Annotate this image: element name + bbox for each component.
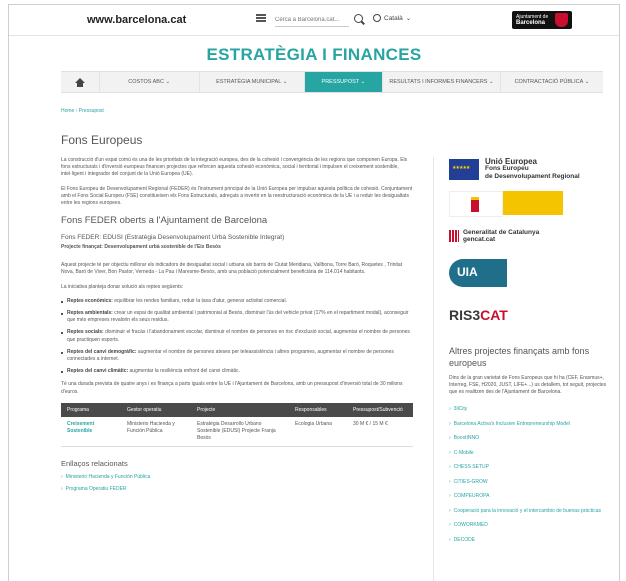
other-projects-desc: Dins de la gran varietat de Fons Europeu… bbox=[449, 375, 607, 395]
eu-line2: Fons Europeu bbox=[485, 165, 529, 173]
breadcrumb-pressupost[interactable]: Pressupost bbox=[79, 108, 104, 114]
chevron-right-icon: › bbox=[449, 420, 451, 427]
chevron-right-icon: › bbox=[449, 478, 451, 485]
search-input[interactable] bbox=[275, 14, 349, 27]
project-link[interactable]: › C-Mobile bbox=[449, 450, 607, 457]
browser-frame: www.barcelona.cat Català ⌄ Ajuntament de… bbox=[8, 4, 620, 581]
table-header-row: Programa Gestor operatiu Projecte Respon… bbox=[61, 402, 413, 417]
intro-paragraph-1: La construcció d'un espai comú és una de… bbox=[61, 157, 408, 178]
sidebar-divider bbox=[433, 157, 434, 581]
table-cell-responsables: Ecologia Urbana bbox=[289, 416, 347, 447]
spain-gov-logo bbox=[449, 191, 607, 217]
table-cell-pressupost: 30 M € / 15 M € bbox=[347, 416, 413, 447]
list-item: Reptes ambientals: crear un espai de qua… bbox=[61, 310, 413, 324]
table-header: Responsables bbox=[289, 402, 347, 417]
reptes-list: Reptes econòmics: equilibrar les rendes … bbox=[61, 298, 413, 376]
main-nav: COSTOS ABC ⌄ ESTRATÈGIA MUNICIPAL ⌄ PRES… bbox=[61, 71, 603, 93]
nav-estrategia-municipal[interactable]: ESTRATÈGIA MUNICIPAL ⌄ bbox=[200, 72, 305, 92]
uia-text: UIA bbox=[457, 265, 478, 279]
nav-resultats[interactable]: RESULTATS I INFORMES FINANCERS ⌄ bbox=[383, 72, 501, 92]
table-cell-programa[interactable]: Creixement Sostenible bbox=[61, 416, 121, 447]
nav-costos-abc[interactable]: COSTOS ABC ⌄ bbox=[100, 72, 200, 92]
feder-subheading: Fons FEDER: EDUSI (Estratègia Desenvolup… bbox=[61, 234, 285, 242]
list-item: Reptes del canvi climàtic: augmentar la … bbox=[61, 368, 413, 375]
spain-emblem-icon bbox=[449, 191, 503, 217]
breadcrumb-home[interactable]: Home bbox=[61, 108, 74, 114]
table-row: Creixement Sostenible Ministerio Haciend… bbox=[61, 416, 413, 447]
chevron-right-icon: › bbox=[449, 493, 451, 499]
eu-flag-icon bbox=[449, 158, 479, 180]
search-icon[interactable] bbox=[354, 14, 363, 23]
chevron-right-icon: › bbox=[449, 464, 451, 470]
chevron-right-icon: › bbox=[61, 473, 63, 480]
uia-logo: UIA bbox=[449, 259, 507, 287]
menu-icon[interactable] bbox=[256, 14, 266, 22]
gencat-line2: gencat.cat bbox=[463, 236, 496, 243]
table-header: Programa bbox=[61, 402, 121, 417]
table-cell-gestor: Ministerio Hacienda y Función Pública bbox=[121, 416, 191, 447]
shield-icon bbox=[555, 13, 568, 27]
related-link-ministerio[interactable]: › Ministerio Hacienda y Función Pública bbox=[61, 474, 413, 480]
eu-logo: Unió Europea Fons Europeu de Desenvolupa… bbox=[449, 157, 607, 181]
project-link[interactable]: › BoostINNO bbox=[449, 435, 607, 442]
gencat-logo: Generalitat de Catalunya gencat.cat bbox=[449, 229, 607, 243]
project-link[interactable]: › Barcelona Activa's Inclusive Entreprene… bbox=[449, 421, 607, 428]
ministry-banner bbox=[503, 191, 563, 215]
project-line: Projecte finançat: Desenvolupament urbà … bbox=[61, 244, 221, 251]
table-header: Projecte bbox=[191, 402, 289, 417]
project-link[interactable]: › Cooperació para la innovació y el inter… bbox=[449, 508, 607, 515]
reptes-intro: La iniciativa planteja donar solució als… bbox=[61, 283, 184, 290]
chevron-right-icon: › bbox=[449, 449, 451, 456]
chevron-right-icon: › bbox=[61, 485, 63, 492]
home-icon bbox=[74, 77, 85, 87]
feder-heading: Fons FEDER oberts a l'Ajuntament de Barc… bbox=[61, 215, 268, 227]
table-cell-projecte: Estratègia Desarrollo Urbano Sostenible … bbox=[191, 416, 289, 447]
list-item: Reptes socials: disminuir el fracàs i l'… bbox=[61, 329, 413, 343]
chevron-right-icon: › bbox=[449, 536, 451, 543]
other-projects-title: Altres projectes finançats amb fons euro… bbox=[449, 346, 590, 368]
project-link[interactable]: › 3liCity bbox=[449, 406, 607, 413]
section-title: ESTRATÈGIA I FINANCES bbox=[206, 45, 422, 64]
nav-contractacio[interactable]: CONTRACTACIÓ PÚBLICA ⌄ bbox=[501, 72, 603, 92]
language-label: Català bbox=[384, 14, 403, 22]
list-item: Reptes econòmics: equilibrar les rendes … bbox=[61, 298, 413, 305]
project-link[interactable]: › CITIES-GROW bbox=[449, 479, 607, 486]
chevron-right-icon: › bbox=[449, 507, 451, 514]
table-header: Gestor operatiu bbox=[121, 402, 191, 417]
breadcrumb: Home › Pressupost bbox=[61, 108, 104, 114]
sidebar: Unió Europea Fons Europeu de Desenvolupa… bbox=[449, 157, 607, 551]
site-url[interactable]: www.barcelona.cat bbox=[87, 14, 186, 26]
chevron-right-icon: › bbox=[449, 522, 451, 528]
list-item: Reptes del canvi demogràfic: augmentar e… bbox=[61, 349, 413, 363]
top-bar: www.barcelona.cat Català ⌄ Ajuntament de… bbox=[9, 5, 619, 36]
nav-home[interactable] bbox=[61, 72, 100, 92]
project-link[interactable]: › DECODE bbox=[449, 537, 607, 544]
logo-line2: Barcelona bbox=[516, 20, 546, 26]
related-link-feder[interactable]: › Programa Operatiu FEDER bbox=[61, 486, 413, 492]
related-links-title: Enllaços relacionats bbox=[61, 458, 128, 468]
intro-paragraph-2: El Fons Europeu de Desenvolupament Regio… bbox=[61, 185, 413, 207]
barcelona-logo[interactable]: Ajuntament de Barcelona bbox=[512, 11, 572, 29]
programs-table: Programa Gestor operatiu Projecte Respon… bbox=[61, 402, 413, 447]
gencat-stripes-icon bbox=[449, 230, 459, 242]
chevron-right-icon: › bbox=[449, 406, 451, 412]
budget-paragraph: Té una durada prevista de quatre anys i … bbox=[61, 381, 403, 395]
ris3cat-logo: RIS3CAT bbox=[449, 307, 508, 323]
page-title: Fons Europeus bbox=[61, 133, 143, 147]
table-header: Pressupost/Subvenció bbox=[347, 402, 413, 417]
eu-line3: de Desenvolupament Regional bbox=[485, 172, 580, 180]
eu-line1: Unió Europea bbox=[485, 156, 538, 166]
gencat-line1: Generalitat de Catalunya bbox=[463, 229, 540, 236]
project-link[interactable]: › COMPEUROPA bbox=[449, 493, 607, 500]
nav-pressupost[interactable]: PRESSUPOST ⌄ bbox=[304, 72, 384, 92]
project-description: Aquest projecte té per objectiu millorar… bbox=[61, 262, 403, 276]
globe-icon bbox=[373, 14, 381, 22]
project-link[interactable]: › CHESS SETUP bbox=[449, 464, 607, 471]
chevron-right-icon: › bbox=[449, 435, 451, 441]
language-selector[interactable]: Català ⌄ bbox=[373, 14, 411, 22]
main-content: La construcció d'un espai comú és una de… bbox=[61, 157, 413, 498]
chevron-down-icon: ⌄ bbox=[405, 15, 412, 22]
project-link[interactable]: › COWORKMED bbox=[449, 522, 607, 529]
